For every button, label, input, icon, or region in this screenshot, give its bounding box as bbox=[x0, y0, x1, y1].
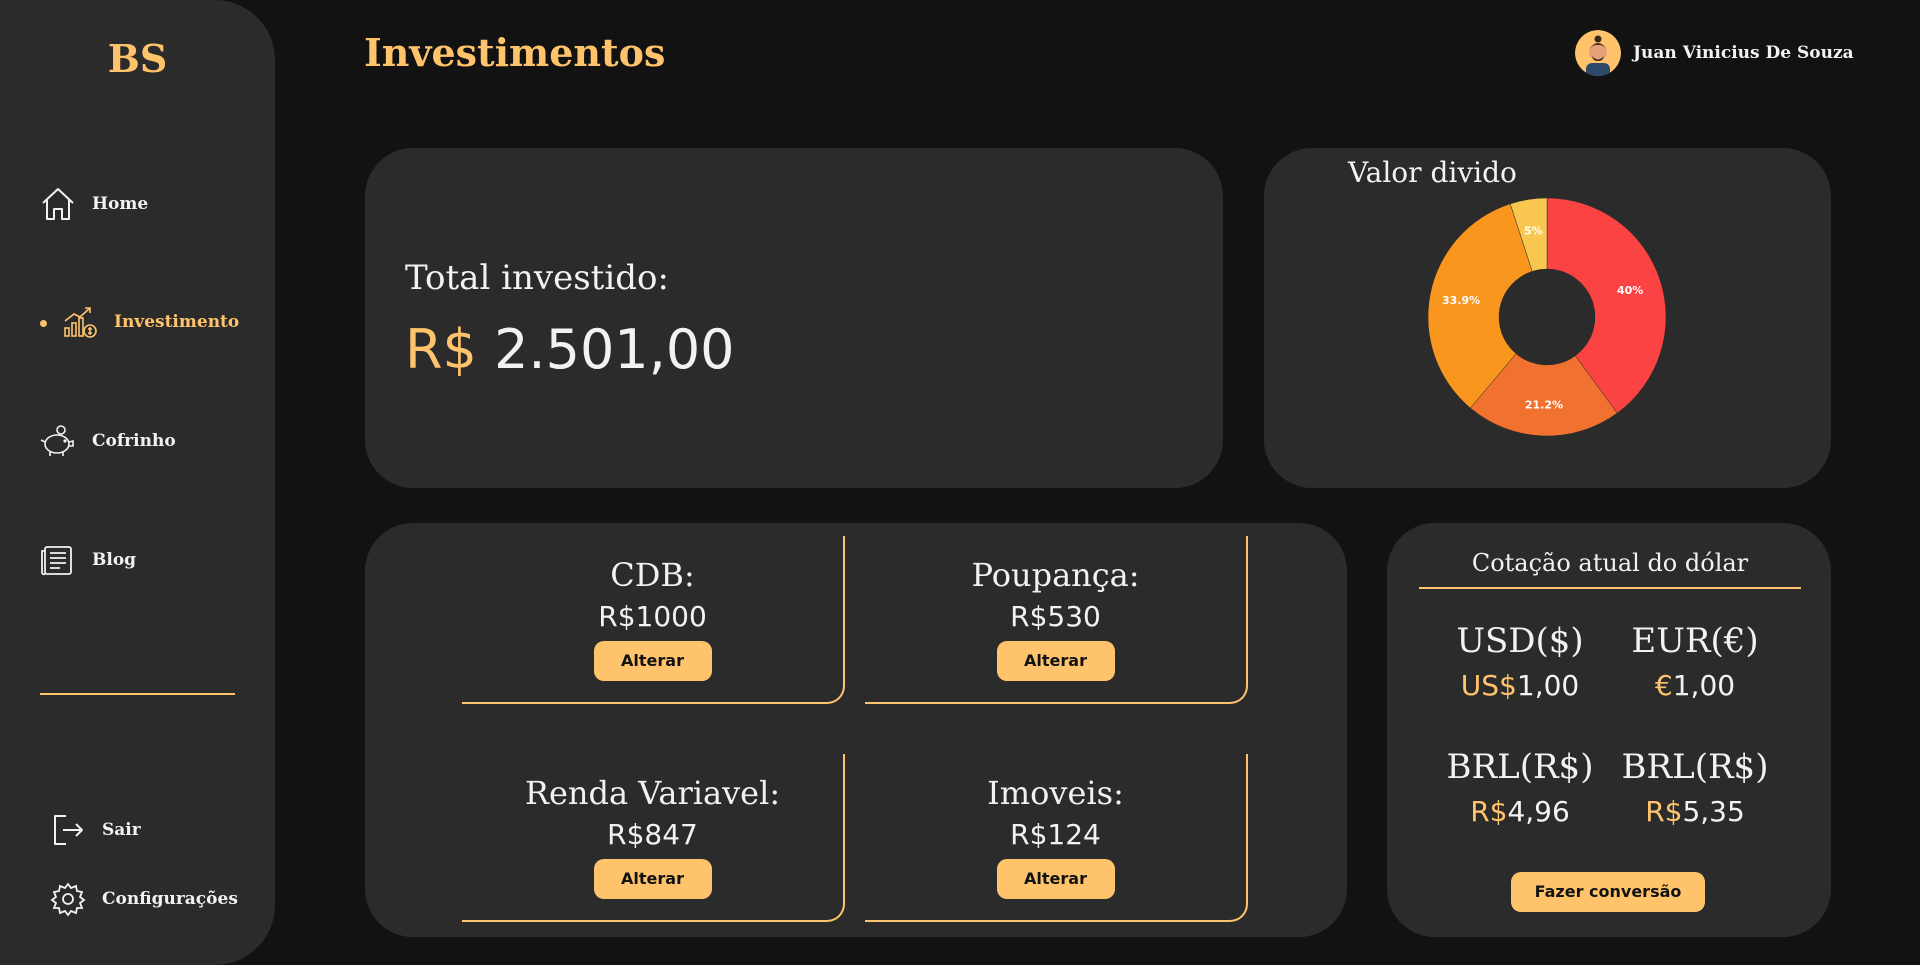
logout-button[interactable]: Sair bbox=[48, 808, 141, 852]
home-icon bbox=[38, 184, 78, 224]
currency-code: EUR(€) bbox=[1631, 621, 1759, 661]
currency-code: USD($) bbox=[1456, 621, 1584, 661]
total-invested-card: Total investido: R$ 2.501,00 bbox=[365, 148, 1223, 488]
sidebar-item-label: Investimento bbox=[114, 312, 240, 332]
total-value: R$ 2.501,00 bbox=[405, 318, 735, 381]
currency-value: 1,00 bbox=[1672, 669, 1736, 702]
investment-chart-icon bbox=[60, 302, 100, 342]
currency-amount: US$1,00 bbox=[1420, 669, 1620, 702]
sidebar-item-label: Cofrinho bbox=[92, 431, 176, 451]
investment-value: R$124 bbox=[1010, 818, 1101, 851]
user-profile[interactable]: Juan Vinicius De Souza bbox=[1575, 30, 1854, 76]
exchange-divider bbox=[1419, 587, 1801, 589]
currency-usd: USD($) US$1,00 bbox=[1420, 621, 1620, 702]
gear-icon bbox=[48, 879, 88, 919]
investment-item-renda-variavel: Renda Variavel: R$847 Alterar bbox=[462, 754, 845, 922]
pie-label: 40% bbox=[1617, 284, 1643, 297]
total-amount: 2.501,00 bbox=[494, 318, 735, 381]
active-indicator bbox=[40, 320, 47, 327]
exchange-rate-card: Cotação atual do dólar USD($) US$1,00 EU… bbox=[1387, 523, 1831, 937]
pie-label: 5% bbox=[1524, 225, 1543, 238]
currency-code: BRL(R$) bbox=[1621, 747, 1769, 787]
currency-value: 4,96 bbox=[1507, 795, 1570, 828]
exchange-title: Cotação atual do dólar bbox=[1471, 549, 1749, 577]
convert-button[interactable]: Fazer conversão bbox=[1511, 872, 1705, 912]
sidebar-item-label: Blog bbox=[92, 550, 137, 570]
investment-name: CDB: bbox=[610, 556, 695, 594]
settings-label: Configurações bbox=[102, 889, 238, 909]
currency-amount: R$4,96 bbox=[1420, 795, 1620, 828]
blog-document-icon bbox=[38, 540, 78, 580]
sidebar-item-investimento[interactable]: Investimento bbox=[60, 300, 239, 344]
alterar-renda-variavel-button[interactable]: Alterar bbox=[593, 859, 712, 899]
investment-name: Renda Variavel: bbox=[524, 774, 781, 812]
sidebar: BS Home Investimento Cofrinho Blog Sair … bbox=[0, 0, 275, 965]
sidebar-item-cofrinho[interactable]: Cofrinho bbox=[38, 419, 176, 463]
investments-card: CDB: R$1000 Alterar Poupança: R$530 Alte… bbox=[365, 523, 1347, 937]
investment-value: R$1000 bbox=[598, 600, 707, 633]
sidebar-item-blog[interactable]: Blog bbox=[38, 538, 136, 582]
currency-brl-1: BRL(R$) R$4,96 bbox=[1420, 747, 1620, 828]
currency-amount: R$5,35 bbox=[1595, 795, 1795, 828]
investment-item-imoveis: Imoveis: R$124 Alterar bbox=[865, 754, 1248, 922]
donut-chart: 40% 21.2% 33.9% 5% bbox=[1427, 197, 1667, 437]
currency-eur: EUR(€) €1,00 bbox=[1595, 621, 1795, 702]
currency-value: 1,00 bbox=[1516, 669, 1580, 702]
currency-symbol: R$ bbox=[1470, 795, 1508, 828]
currency-amount: €1,00 bbox=[1595, 669, 1795, 702]
total-currency: R$ bbox=[405, 318, 477, 381]
currency-symbol: € bbox=[1654, 669, 1673, 702]
currency-symbol: R$ bbox=[1645, 795, 1683, 828]
investment-name: Poupança: bbox=[971, 556, 1140, 594]
currency-brl-2: BRL(R$) R$5,35 bbox=[1595, 747, 1795, 828]
logout-icon bbox=[48, 810, 88, 850]
investment-value: R$530 bbox=[1010, 600, 1101, 633]
total-label: Total investido: bbox=[405, 258, 669, 298]
investment-name: Imoveis: bbox=[987, 774, 1124, 812]
avatar bbox=[1575, 30, 1621, 76]
user-name: Juan Vinicius De Souza bbox=[1633, 43, 1854, 63]
settings-button[interactable]: Configurações bbox=[48, 877, 238, 921]
logout-label: Sair bbox=[102, 820, 141, 840]
piggy-bank-icon bbox=[38, 421, 78, 461]
alterar-cdb-button[interactable]: Alterar bbox=[593, 641, 712, 681]
logo: BS bbox=[107, 36, 168, 81]
currency-symbol: US$ bbox=[1460, 669, 1517, 702]
alterar-imoveis-button[interactable]: Alterar bbox=[996, 859, 1115, 899]
sidebar-item-label: Home bbox=[92, 194, 149, 214]
currency-value: 5,35 bbox=[1682, 795, 1745, 828]
pie-label: 21.2% bbox=[1525, 398, 1563, 411]
currency-code: BRL(R$) bbox=[1446, 747, 1594, 787]
page-title: Investimentos bbox=[364, 30, 666, 75]
allocation-chart-card: Valor divido 40% 21.2% 33.9% 5% bbox=[1264, 148, 1831, 488]
pie-label: 33.9% bbox=[1442, 294, 1480, 307]
investment-item-poupanca: Poupança: R$530 Alterar bbox=[865, 536, 1248, 704]
alterar-poupanca-button[interactable]: Alterar bbox=[996, 641, 1115, 681]
investment-value: R$847 bbox=[607, 818, 698, 851]
investment-item-cdb: CDB: R$1000 Alterar bbox=[462, 536, 845, 704]
sidebar-divider bbox=[40, 693, 235, 695]
sidebar-item-home[interactable]: Home bbox=[38, 182, 148, 226]
